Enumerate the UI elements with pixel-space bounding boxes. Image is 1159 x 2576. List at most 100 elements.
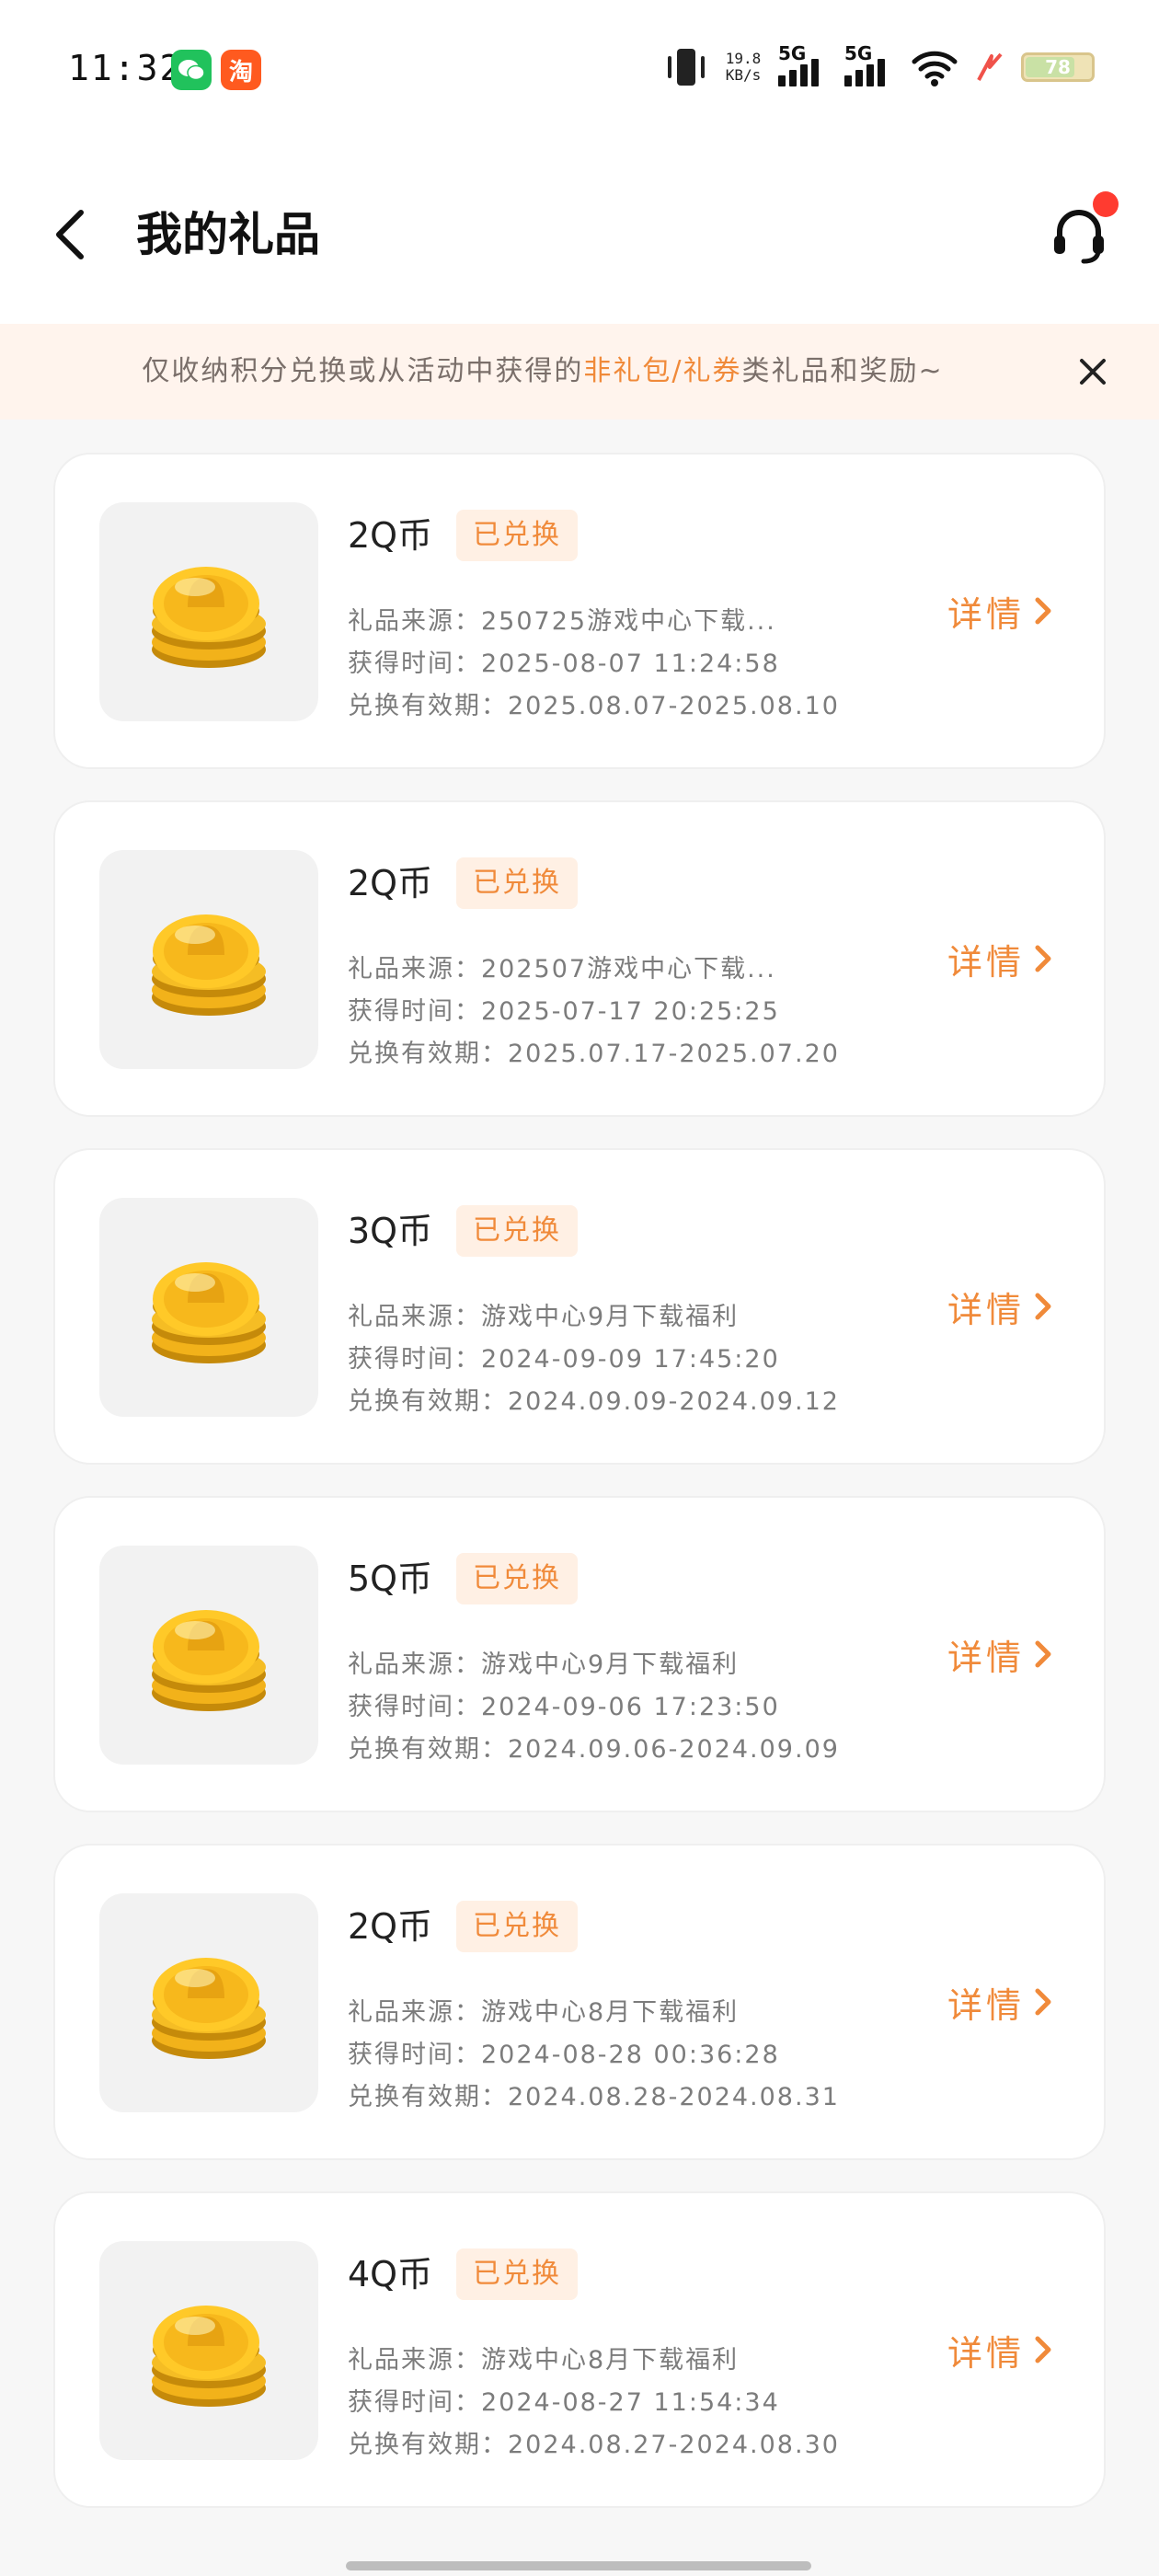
source-label: 礼品来源 — [348, 1998, 454, 2027]
colon: ： — [481, 1040, 508, 1068]
back-button[interactable] — [42, 202, 98, 267]
notice-text: 仅收纳积分兑换或从活动中获得的非礼包/礼券类礼品和奖励~ — [0, 324, 1085, 420]
colon: ： — [481, 692, 508, 720]
gift-validity: 兑换有效期：2024.09.09-2024.09.12 — [348, 1384, 840, 1420]
source-value: 250725游戏中心下载... — [481, 607, 776, 636]
gift-thumbnail — [99, 850, 318, 1069]
source-label: 礼品来源 — [348, 1303, 454, 1331]
obtained-label: 获得时间 — [348, 997, 454, 1026]
page-title: 我的礼品 — [136, 207, 320, 261]
network-speed: 19.8 KB/s — [723, 51, 763, 84]
status-badge: 已兑换 — [456, 1901, 578, 1952]
gift-card: 3Q币 已兑换 礼品来源：游戏中心9月下载福利 获得时间：2024-09-09 … — [53, 1148, 1106, 1465]
gift-source: 礼品来源：202507游戏中心下载... — [348, 951, 776, 988]
detail-button[interactable]: 详情 — [947, 1974, 1052, 2030]
status-badge: 已兑换 — [456, 1205, 578, 1257]
gift-obtained-time: 获得时间：2025-07-17 20:25:25 — [348, 994, 780, 1030]
colon: ： — [454, 1650, 481, 1679]
gift-validity: 兑换有效期：2024.09.06-2024.09.09 — [348, 1731, 840, 1768]
colon: ： — [481, 1387, 508, 1416]
validity-label: 兑换有效期 — [348, 2083, 481, 2111]
gift-thumbnail — [99, 502, 318, 721]
gift-card: 2Q币 已兑换 礼品来源：250725游戏中心下载... 获得时间：2025-0… — [53, 453, 1106, 769]
battery-level: 78 — [1045, 56, 1071, 78]
customer-service-button[interactable] — [1047, 191, 1119, 267]
taobao-icon: 淘 — [221, 50, 261, 90]
gift-thumbnail — [99, 2241, 318, 2460]
status-time: 11:32 — [68, 48, 183, 88]
gift-name: 4Q币 — [348, 2254, 433, 2294]
detail-button[interactable]: 详情 — [947, 931, 1052, 986]
chevron-right-icon — [1035, 1988, 1051, 2016]
detail-label: 详情 — [947, 2332, 1025, 2374]
notification-dot — [1093, 191, 1119, 217]
colon: ： — [454, 2388, 481, 2417]
detail-label: 详情 — [947, 1637, 1025, 1678]
gift-validity: 兑换有效期：2025.08.07-2025.08.10 — [348, 688, 840, 725]
notice-text-after: 类礼品和奖励~ — [741, 355, 944, 387]
obtained-value: 2024-09-09 17:45:20 — [481, 1345, 780, 1374]
gift-thumbnail — [99, 1198, 318, 1417]
close-icon — [1080, 359, 1106, 385]
network-speed-value: 19.8 — [725, 50, 762, 67]
q-coin-icon — [152, 567, 266, 668]
colon: ： — [481, 2083, 508, 2111]
gift-name: 5Q币 — [348, 1558, 433, 1599]
sim1-label: 5G — [778, 42, 807, 64]
gift-source: 礼品来源：250725游戏中心下载... — [348, 604, 776, 640]
colon: ： — [454, 2346, 481, 2375]
q-coin-icon — [152, 914, 266, 1016]
validity-value: 2024.08.27-2024.08.30 — [508, 2431, 840, 2459]
gift-obtained-time: 获得时间：2024-08-28 00:36:28 — [348, 2037, 780, 2074]
vibrate-icon — [664, 47, 708, 87]
gift-name: 2Q币 — [348, 863, 433, 903]
status-indicators: 19.8 KB/s 5G 5G 78 — [664, 42, 1095, 90]
chevron-left-icon — [56, 210, 84, 259]
gift-source: 礼品来源：游戏中心9月下载福利 — [348, 1647, 739, 1684]
colon: ： — [454, 1693, 481, 1721]
gift-source: 礼品来源：游戏中心8月下载福利 — [348, 1995, 739, 2031]
detail-label: 详情 — [947, 941, 1025, 983]
charging-icon — [977, 52, 1003, 81]
page-header: 我的礼品 — [0, 138, 1159, 324]
detail-label: 详情 — [947, 1289, 1025, 1330]
validity-label: 兑换有效期 — [348, 1735, 481, 1764]
gift-obtained-time: 获得时间：2024-08-27 11:54:34 — [348, 2385, 780, 2421]
validity-value: 2025.07.17-2025.07.20 — [508, 1040, 840, 1068]
gift-obtained-time: 获得时间：2024-09-09 17:45:20 — [348, 1341, 780, 1378]
q-coin-icon — [152, 1958, 266, 2059]
chevron-right-icon — [1035, 1640, 1051, 1668]
obtained-label: 获得时间 — [348, 2388, 454, 2417]
status-bar: 11:32 淘 19.8 KB/s 5G 5G 78 — [0, 0, 1159, 138]
source-label: 礼品来源 — [348, 2346, 454, 2375]
notice-close-button[interactable] — [1074, 353, 1111, 390]
source-value: 202507游戏中心下载... — [481, 955, 776, 983]
validity-value: 2025.08.07-2025.08.10 — [508, 692, 840, 720]
detail-button[interactable]: 详情 — [947, 2322, 1052, 2377]
chevron-right-icon — [1035, 1293, 1051, 1320]
q-coin-icon — [152, 2306, 266, 2407]
chevron-right-icon — [1035, 2336, 1051, 2363]
source-label: 礼品来源 — [348, 1650, 454, 1679]
status-badge: 已兑换 — [456, 2248, 578, 2300]
gift-thumbnail — [99, 1893, 318, 2112]
detail-button[interactable]: 详情 — [947, 1627, 1052, 1682]
gift-source: 礼品来源：游戏中心8月下载福利 — [348, 2342, 739, 2379]
colon: ： — [481, 2431, 508, 2459]
colon: ： — [454, 1303, 481, 1331]
colon: ： — [481, 1735, 508, 1764]
source-value: 游戏中心9月下载福利 — [481, 1303, 740, 1331]
colon: ： — [454, 607, 481, 636]
wechat-icon — [171, 50, 212, 90]
battery-icon: 78 — [1021, 52, 1095, 82]
source-label: 礼品来源 — [348, 955, 454, 983]
detail-button[interactable]: 详情 — [947, 1279, 1052, 1334]
colon: ： — [454, 1998, 481, 2027]
obtained-label: 获得时间 — [348, 1345, 454, 1374]
gift-validity: 兑换有效期：2025.07.17-2025.07.20 — [348, 1036, 840, 1073]
home-indicator[interactable] — [346, 2561, 811, 2570]
status-badge: 已兑换 — [456, 1553, 578, 1604]
notice-banner: 仅收纳积分兑换或从活动中获得的非礼包/礼券类礼品和奖励~ — [0, 324, 1159, 420]
obtained-value: 2025-08-07 11:24:58 — [481, 650, 780, 678]
detail-button[interactable]: 详情 — [947, 583, 1052, 638]
